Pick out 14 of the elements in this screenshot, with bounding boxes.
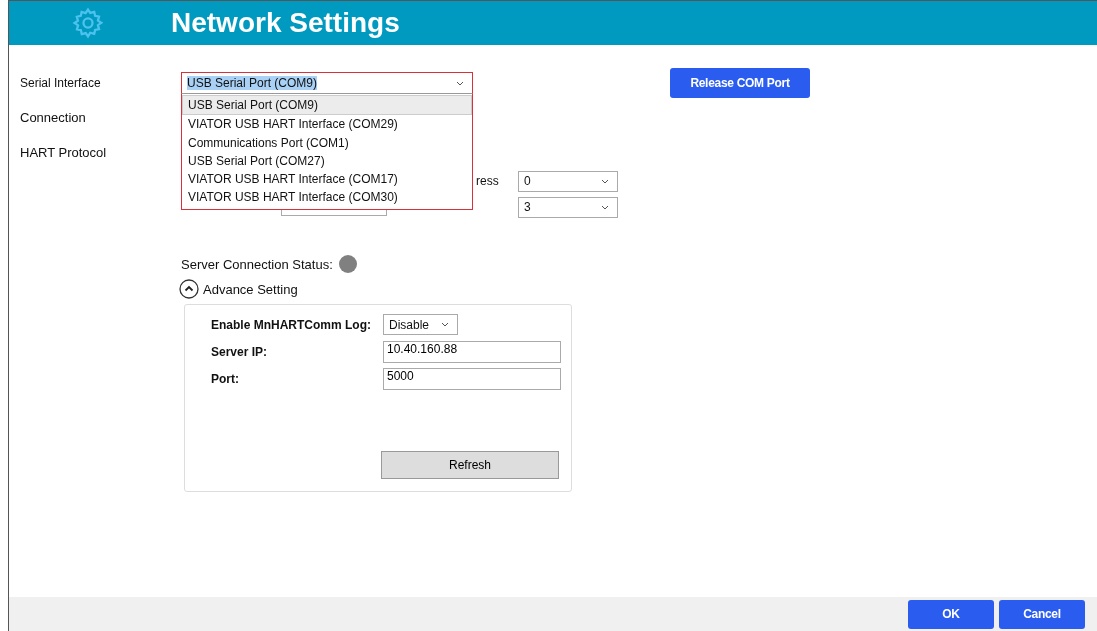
field-label: Server IP: — [211, 344, 269, 359]
field-label: Port: — [211, 371, 240, 386]
selected-value: 3 — [524, 200, 531, 214]
selected-value: 0 — [524, 174, 531, 188]
section-label: HART Protocol — [19, 144, 108, 160]
field-label: ress — [476, 174, 499, 188]
status-label: Server Connection Status: — [181, 256, 333, 272]
advance-setting-label: Advance Setting — [203, 281, 298, 297]
section-label: Connection — [19, 109, 87, 125]
field-label: Enable MnHARTComm Log: — [211, 317, 372, 332]
field-label: Serial Interface — [19, 76, 102, 90]
selected-value: Disable — [389, 317, 430, 332]
window-title: Network Settings — [171, 7, 400, 39]
selected-value: USB Serial Port (COM9) — [187, 76, 318, 90]
